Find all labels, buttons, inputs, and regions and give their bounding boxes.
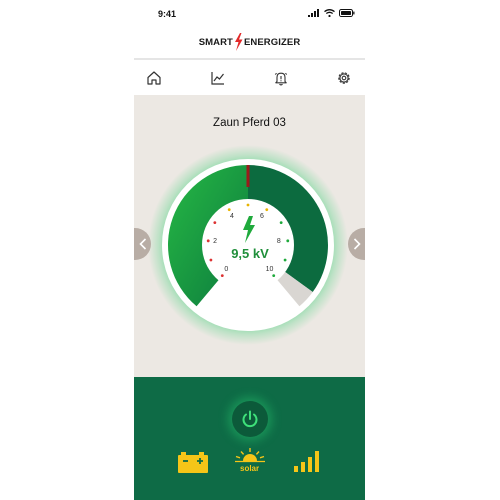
- gauge-tick-label: 2: [213, 237, 218, 245]
- gauge-tick-dot: [265, 208, 269, 212]
- gauge-tick-dot: [206, 239, 210, 243]
- chevron-right-icon: [353, 238, 361, 250]
- gauge-center: [202, 199, 294, 291]
- gauge-tick-label: 4: [229, 212, 234, 220]
- gauge-tick-label: 10: [265, 265, 274, 273]
- gauge-tick-dot: [286, 239, 290, 243]
- gauge-tick-dot: [246, 203, 250, 207]
- gauge-tick-label: 0: [224, 265, 229, 273]
- gauge-tick-label: 6: [260, 212, 264, 220]
- gauge-tick-dot: [272, 274, 276, 278]
- chevron-left-icon: [138, 238, 146, 250]
- gauge-tick-dot: [213, 221, 217, 225]
- gauge-tick-dot: [220, 274, 224, 278]
- gauge-tick-label: 8: [276, 237, 281, 245]
- gauge-tick-dot: [227, 208, 231, 212]
- voltage-value: 9,5 kV: [231, 246, 269, 261]
- gauge-tick-dot: [279, 221, 283, 225]
